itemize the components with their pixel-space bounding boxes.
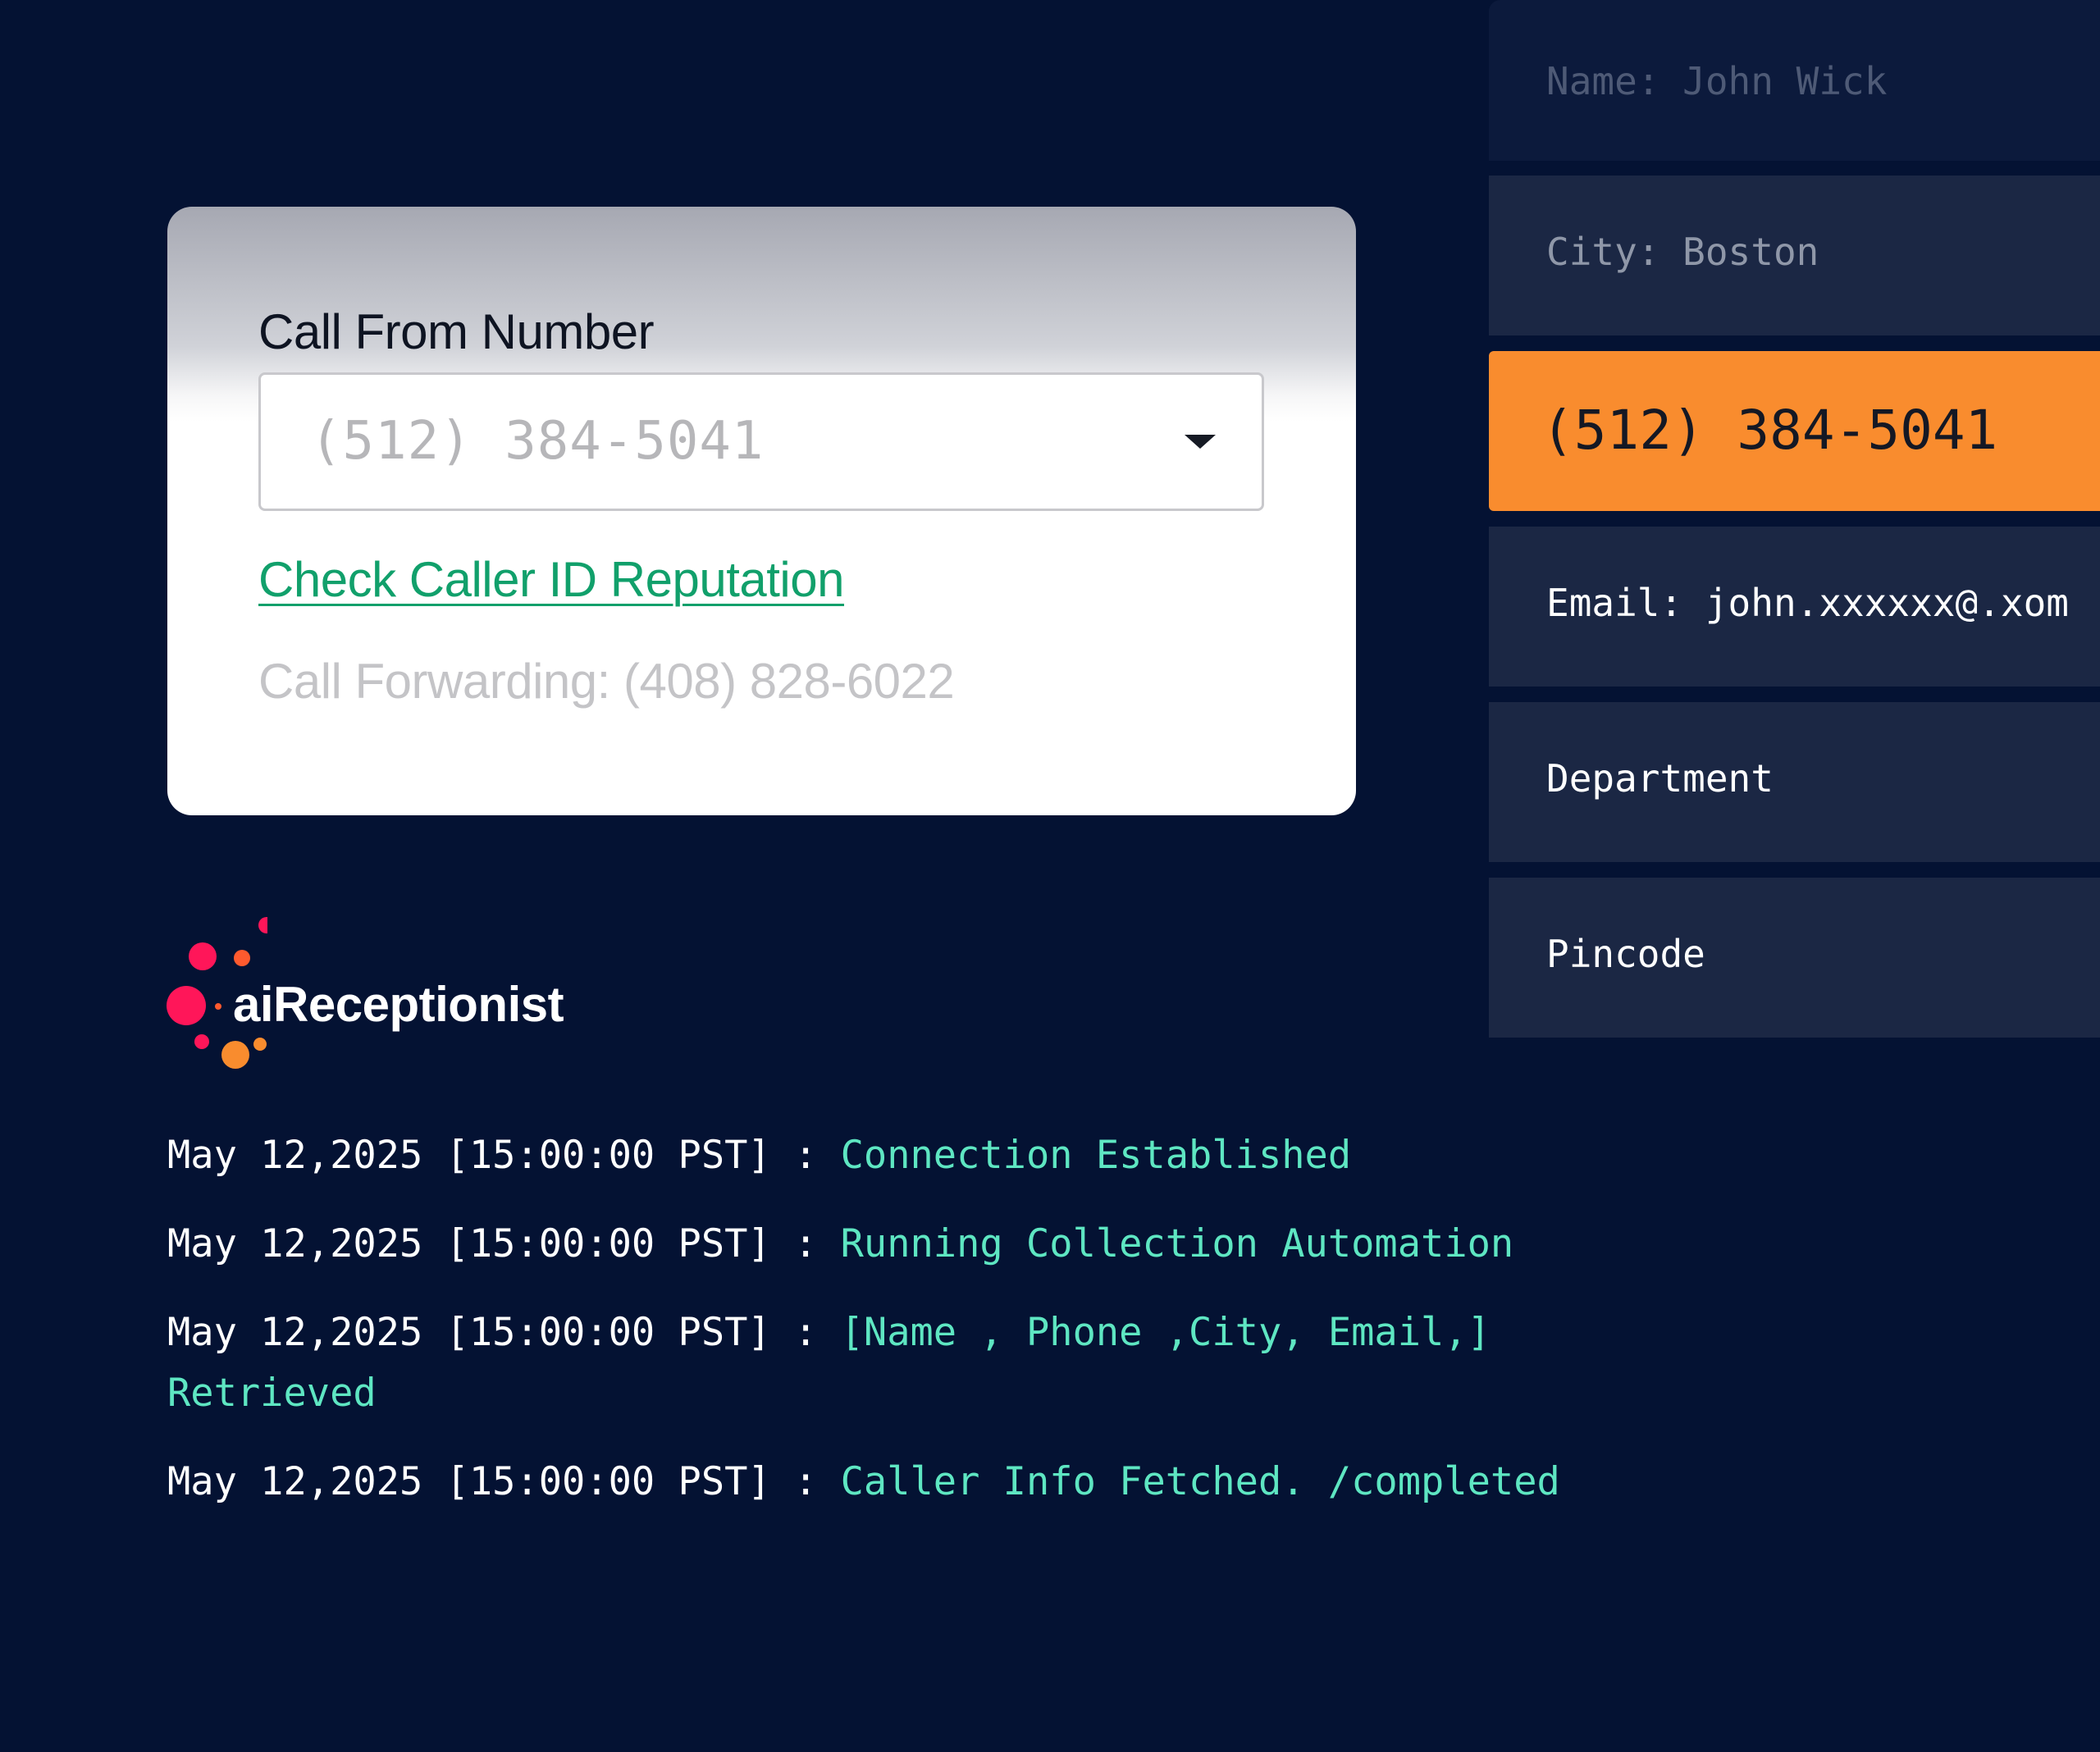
info-row-city-text: City: Boston xyxy=(1546,230,1819,274)
info-row-pincode: Pincode xyxy=(1489,878,2100,1038)
info-row-name-text: Name: John Wick xyxy=(1546,59,1888,103)
log-message: Connection Established xyxy=(840,1133,1352,1178)
check-caller-id-reputation-link[interactable]: Check Caller ID Reputation xyxy=(258,551,845,608)
call-from-label: Call From Number xyxy=(258,304,655,359)
airreceptionist-logo: aiReceptionist xyxy=(161,910,587,1083)
info-row-phone-text: (512) 384-5041 xyxy=(1541,399,1998,462)
log-separator: : xyxy=(770,1221,841,1266)
call-forwarding-text: Call Forwarding: (408) 828-6022 xyxy=(258,654,955,709)
log-message: Running Collection Automation xyxy=(840,1221,1514,1266)
log-separator: : xyxy=(770,1133,841,1178)
log-entry: May 12,2025 [15:00:00 PST] : [Name , Pho… xyxy=(167,1303,1562,1424)
log-entry: May 12,2025 [15:00:00 PST] : Caller Info… xyxy=(167,1452,1562,1512)
chevron-down-icon[interactable] xyxy=(1185,435,1216,449)
info-row-name: Name: John Wick xyxy=(1489,0,2100,161)
info-row-email: Email: john.xxxxxx@.xom xyxy=(1489,527,2100,687)
log-separator: : xyxy=(770,1459,841,1504)
info-row-city: City: Boston xyxy=(1489,176,2100,335)
log-timestamp: May 12,2025 [15:00:00 PST] xyxy=(167,1221,771,1266)
log-timestamp: May 12,2025 [15:00:00 PST] xyxy=(167,1310,771,1355)
info-row-email-text: Email: john.xxxxxx@.xom xyxy=(1546,581,2069,625)
logo-wordmark: aiReceptionist xyxy=(233,977,564,1032)
log-message: Caller Info Fetched. /completed xyxy=(840,1459,1560,1504)
info-row-pincode-text: Pincode xyxy=(1546,932,1705,976)
caller-info-panel: Name: John Wick City: Boston (512) 384-5… xyxy=(1489,0,2100,1042)
log-entry: May 12,2025 [15:00:00 PST] : Running Col… xyxy=(167,1214,1562,1275)
info-row-department: Department xyxy=(1489,702,2100,862)
info-row-department-text: Department xyxy=(1546,756,1774,801)
log-entry: May 12,2025 [15:00:00 PST] : Connection … xyxy=(167,1125,1562,1186)
selected-number-value: (512) 384-5041 xyxy=(310,411,765,472)
log-timestamp: May 12,2025 [15:00:00 PST] xyxy=(167,1459,771,1504)
log-separator: : xyxy=(770,1310,841,1355)
call-from-number-select[interactable]: (512) 384-5041 xyxy=(258,372,1264,511)
log-timestamp: May 12,2025 [15:00:00 PST] xyxy=(167,1133,771,1178)
call-from-card: Call From Number (512) 384-5041 Check Ca… xyxy=(167,207,1356,815)
info-row-phone: (512) 384-5041 xyxy=(1489,351,2100,511)
